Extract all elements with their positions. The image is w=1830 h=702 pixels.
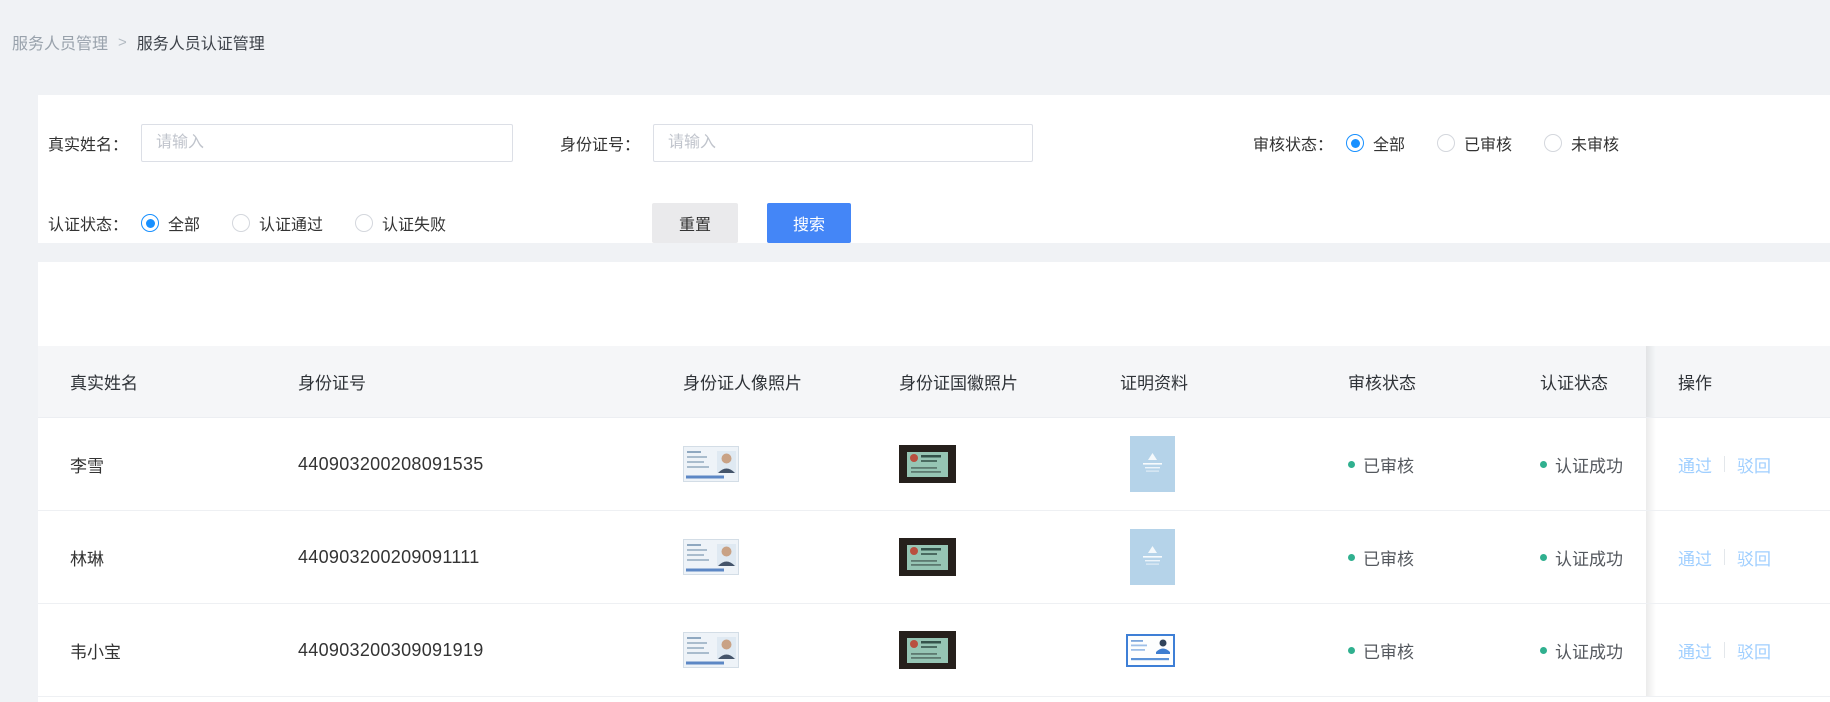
id-card-emblem-thumbnail[interactable] <box>899 631 956 669</box>
radio-unselected-icon <box>355 214 374 232</box>
col-header-proof: 证明资料 <box>1120 374 1188 393</box>
cell-proof <box>1088 633 1316 667</box>
auth-status-label: 认证状态： <box>48 217 129 234</box>
proof-document-thumbnail[interactable] <box>1130 436 1175 492</box>
approve-link[interactable]: 通过 <box>1678 638 1712 663</box>
col-header-real-name: 真实姓名 <box>70 374 138 393</box>
id-number-field-group: 身份证号： <box>560 123 1034 163</box>
reset-button[interactable]: 重置 <box>652 203 738 243</box>
id-card-portrait-thumbnail[interactable] <box>683 632 739 668</box>
id-card-emblem-thumbnail[interactable] <box>899 445 956 483</box>
id-number-input[interactable] <box>653 124 1034 162</box>
id-card-portrait-thumbnail[interactable] <box>683 539 739 575</box>
cell-portrait-photo <box>651 539 867 575</box>
status-dot-icon <box>1540 646 1547 654</box>
col-header-audit-status: 审核状态 <box>1348 374 1416 393</box>
status-dot-icon <box>1348 646 1355 654</box>
reject-link[interactable]: 驳回 <box>1737 452 1771 477</box>
id-number-label: 身份证号： <box>560 137 641 154</box>
auth-status-radio-all[interactable]: 全部 <box>141 211 200 235</box>
cell-emblem-photo <box>867 445 1088 483</box>
breadcrumb-item-parent[interactable]: 服务人员管理 <box>12 30 108 54</box>
cell-real-name: 李雪 <box>70 456 104 476</box>
action-divider <box>1724 549 1725 565</box>
table-panel: 真实姓名 身份证号 身份证人像照片 身份证国徽照片 证明资料 审核状态 认证状态… <box>38 262 1830 702</box>
cell-id-number: 440903200309091919 <box>298 639 484 660</box>
search-button[interactable]: 搜索 <box>767 203 851 243</box>
status-dot-icon <box>1540 460 1547 468</box>
auth-status-radio-passed[interactable]: 认证通过 <box>232 211 323 235</box>
action-divider <box>1724 456 1725 472</box>
radio-unselected-icon <box>1437 134 1456 152</box>
chevron-right-icon: > <box>118 33 127 51</box>
cell-auth-status: 认证成功 <box>1508 545 1646 570</box>
action-divider <box>1724 642 1725 658</box>
search-filter-panel: 真实姓名： 身份证号： 审核状态： 全部 已审核 未审核 认证状态： <box>38 95 1830 243</box>
table-row: 韦小宝 440903200309091919 已审核 认证成功 通过 驳回 <box>38 604 1830 697</box>
radio-unselected-icon <box>232 214 251 232</box>
col-header-actions: 操作 <box>1646 346 1830 417</box>
breadcrumb: 服务人员管理 > 服务人员认证管理 <box>12 30 265 54</box>
cell-id-number: 440903200208091535 <box>298 453 484 474</box>
cell-proof <box>1088 529 1316 585</box>
cell-id-number: 440903200209091111 <box>298 546 480 567</box>
approve-link[interactable]: 通过 <box>1678 452 1712 477</box>
status-dot-icon <box>1348 553 1355 561</box>
radio-selected-icon <box>141 214 160 232</box>
cell-portrait-photo <box>651 632 867 668</box>
cell-proof <box>1088 436 1316 492</box>
id-card-portrait-thumbnail[interactable] <box>683 446 739 482</box>
auth-status-radio-failed[interactable]: 认证失败 <box>355 211 446 235</box>
status-dot-icon <box>1348 460 1355 468</box>
cell-audit-status: 已审核 <box>1316 638 1508 663</box>
proof-document-thumbnail[interactable] <box>1130 529 1175 585</box>
cell-audit-status: 已审核 <box>1316 452 1508 477</box>
real-name-input[interactable] <box>141 124 514 162</box>
real-name-field-group: 真实姓名： <box>48 123 514 163</box>
cell-auth-status: 认证成功 <box>1508 452 1646 477</box>
cell-actions: 通过 驳回 <box>1646 604 1830 696</box>
cell-audit-status: 已审核 <box>1316 545 1508 570</box>
audit-status-label: 审核状态： <box>1253 137 1334 154</box>
real-name-label: 真实姓名： <box>48 137 129 154</box>
reject-link[interactable]: 驳回 <box>1737 545 1771 570</box>
id-card-emblem-thumbnail[interactable] <box>899 538 956 576</box>
col-header-portrait-photo: 身份证人像照片 <box>683 374 802 393</box>
audit-status-radio-unaudited[interactable]: 未审核 <box>1544 131 1619 155</box>
audit-status-radio-all[interactable]: 全部 <box>1346 131 1405 155</box>
table-header-row: 真实姓名 身份证号 身份证人像照片 身份证国徽照片 证明资料 审核状态 认证状态… <box>38 346 1830 418</box>
radio-selected-icon <box>1346 134 1365 152</box>
reject-link[interactable]: 驳回 <box>1737 638 1771 663</box>
audit-status-radio-group: 审核状态： 全部 已审核 未审核 <box>1253 123 1619 163</box>
col-header-id-number: 身份证号 <box>298 374 366 393</box>
cell-portrait-photo <box>651 446 867 482</box>
col-header-emblem-photo: 身份证国徽照片 <box>899 374 1018 393</box>
cell-auth-status: 认证成功 <box>1508 638 1646 663</box>
status-dot-icon <box>1540 553 1547 561</box>
cell-emblem-photo <box>867 631 1088 669</box>
cell-actions: 通过 驳回 <box>1646 511 1830 603</box>
auth-status-radio-group: 认证状态： 全部 认证通过 认证失败 <box>48 203 446 243</box>
table-row: 李雪 440903200208091535 已审核 认证成功 通过 驳回 <box>38 418 1830 511</box>
cell-actions: 通过 驳回 <box>1646 418 1830 510</box>
table-row: 林琳 440903200209091111 已审核 认证成功 通过 驳回 <box>38 511 1830 604</box>
certification-table: 真实姓名 身份证号 身份证人像照片 身份证国徽照片 证明资料 审核状态 认证状态… <box>38 346 1830 697</box>
col-header-auth-status: 认证状态 <box>1540 374 1608 393</box>
proof-id-card-thumbnail[interactable] <box>1126 633 1175 667</box>
audit-status-radio-audited[interactable]: 已审核 <box>1437 131 1512 155</box>
approve-link[interactable]: 通过 <box>1678 545 1712 570</box>
cell-real-name: 韦小宝 <box>70 642 121 662</box>
cell-real-name: 林琳 <box>70 549 104 569</box>
cell-emblem-photo <box>867 538 1088 576</box>
radio-unselected-icon <box>1544 134 1563 152</box>
breadcrumb-item-current: 服务人员认证管理 <box>136 36 265 53</box>
